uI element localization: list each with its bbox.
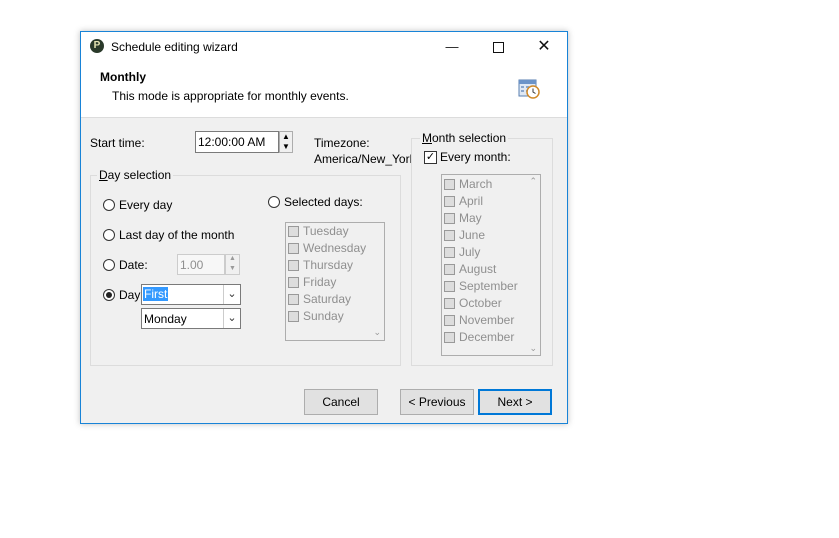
list-item[interactable]: June: [442, 227, 540, 244]
timezone-label: Timezone:: [314, 136, 370, 150]
chevron-down-icon[interactable]: ⌄: [223, 285, 240, 304]
timezone-value: America/New_York: [314, 152, 412, 166]
month-checkbox[interactable]: [444, 213, 455, 224]
close-icon: ✕: [537, 38, 551, 55]
wizard-header: Monthly This mode is appropriate for mon…: [81, 61, 567, 118]
month-checkbox[interactable]: [444, 315, 455, 326]
day-checkbox[interactable]: [288, 277, 299, 288]
weekday-select[interactable]: Monday ⌄: [141, 308, 241, 329]
day-checkbox[interactable]: [288, 226, 299, 237]
month-checkbox[interactable]: [444, 281, 455, 292]
month-checkbox[interactable]: [444, 298, 455, 309]
wizard-window: P Schedule editing wizard — ✕ Monthly Th…: [80, 31, 568, 424]
list-item[interactable]: July: [442, 244, 540, 261]
spin-down-icon[interactable]: ▼: [229, 265, 236, 272]
month-checkbox[interactable]: [444, 247, 455, 258]
month-checkbox[interactable]: [444, 179, 455, 190]
list-item[interactable]: October: [442, 295, 540, 312]
list-item[interactable]: Tuesday: [286, 223, 384, 240]
list-item[interactable]: Saturday: [286, 291, 384, 308]
page-title: Monthly: [100, 70, 146, 84]
spin-up-icon[interactable]: ▲: [229, 255, 236, 262]
scroll-up-icon[interactable]: ⌃: [529, 176, 537, 187]
date-value: 1.00: [180, 258, 204, 272]
previous-button[interactable]: < Previous: [400, 389, 474, 415]
list-item[interactable]: April: [442, 193, 540, 210]
day-checkbox[interactable]: [288, 311, 299, 322]
list-item[interactable]: Sunday: [286, 308, 384, 325]
scroll-down-icon[interactable]: ⌄: [529, 343, 537, 354]
month-checkbox[interactable]: [444, 264, 455, 275]
every-day-radio[interactable]: [103, 199, 115, 211]
start-time-value: 12:00:00 AM: [198, 135, 266, 149]
month-checkbox[interactable]: [444, 332, 455, 343]
title-bar: P Schedule editing wizard — ✕: [81, 32, 567, 61]
start-time-label: Start time:: [90, 136, 145, 150]
list-item[interactable]: Friday: [286, 274, 384, 291]
selected-days-radio[interactable]: [268, 196, 280, 208]
list-item[interactable]: September: [442, 278, 540, 295]
maximize-icon: [492, 42, 504, 54]
every-month-label: Every month:: [440, 150, 511, 164]
weekday-value: Monday: [144, 312, 187, 326]
list-item[interactable]: May: [442, 210, 540, 227]
list-item[interactable]: Thursday: [286, 257, 384, 274]
date-spinner[interactable]: ▲ ▼: [225, 254, 240, 275]
minimize-button[interactable]: —: [429, 32, 475, 61]
every-month-checkbox[interactable]: ✓: [424, 151, 437, 164]
window-title: Schedule editing wizard: [111, 40, 238, 54]
maximize-button[interactable]: [475, 32, 521, 61]
date-label: Date:: [119, 258, 148, 272]
close-button[interactable]: ✕: [521, 32, 567, 61]
selected-days-label: Selected days:: [284, 195, 363, 209]
list-item[interactable]: Wednesday: [286, 240, 384, 257]
date-input[interactable]: 1.00: [177, 254, 225, 275]
list-item[interactable]: November: [442, 312, 540, 329]
day-ordinal-value: First: [143, 287, 169, 301]
chevron-down-icon[interactable]: ⌄: [223, 309, 240, 328]
last-day-radio[interactable]: [103, 229, 115, 241]
every-day-label: Every day: [119, 198, 173, 212]
minimize-icon: —: [445, 39, 459, 54]
list-item[interactable]: December: [442, 329, 540, 346]
list-item[interactable]: August: [442, 261, 540, 278]
day-checkbox[interactable]: [288, 294, 299, 305]
scroll-down-icon[interactable]: ⌄: [373, 327, 381, 338]
month-checkbox[interactable]: [444, 196, 455, 207]
app-icon: P: [90, 39, 104, 53]
start-time-input[interactable]: 12:00:00 AM: [195, 131, 279, 153]
list-item[interactable]: March: [442, 176, 540, 193]
day-ordinal-select[interactable]: First ⌄: [141, 284, 241, 305]
days-list[interactable]: Tuesday Wednesday Thursday Friday Saturd…: [285, 222, 385, 341]
day-checkbox[interactable]: [288, 243, 299, 254]
calendar-clock-icon: [518, 79, 540, 99]
month-checkbox[interactable]: [444, 230, 455, 241]
date-radio[interactable]: [103, 259, 115, 271]
spin-down-icon[interactable]: ▼: [282, 142, 290, 151]
cancel-button[interactable]: Cancel: [304, 389, 378, 415]
months-list[interactable]: March April May June July August Septemb…: [441, 174, 541, 356]
day-label: Day: [119, 288, 141, 302]
day-radio[interactable]: [103, 289, 115, 301]
spin-up-icon[interactable]: ▲: [282, 132, 290, 141]
day-checkbox[interactable]: [288, 260, 299, 271]
day-selection-legend: Day selection: [99, 168, 172, 182]
next-button[interactable]: Next >: [478, 389, 552, 415]
start-time-spinner[interactable]: ▲ ▼: [279, 131, 293, 153]
last-day-label: Last day of the month: [119, 228, 235, 242]
month-selection-legend: Month selection: [422, 131, 507, 145]
page-description: This mode is appropriate for monthly eve…: [112, 89, 349, 103]
